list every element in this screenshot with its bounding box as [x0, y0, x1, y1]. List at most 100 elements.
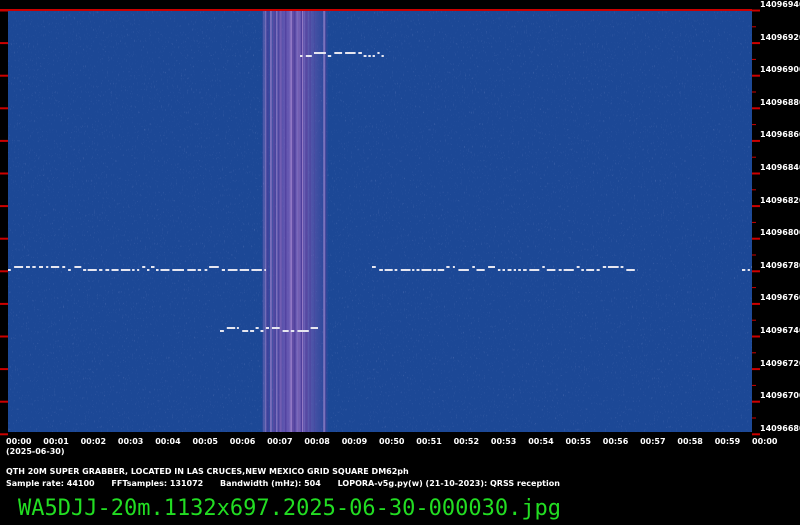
signal-mark	[26, 266, 30, 268]
station-info: QTH 20M SUPER GRABBER, LOCATED IN LAS CR…	[6, 467, 409, 476]
signal-mark	[381, 55, 384, 57]
signal-mark	[437, 269, 445, 271]
signal-mark	[290, 330, 295, 332]
signal-mark	[327, 55, 332, 57]
signal-mark	[142, 266, 146, 268]
time-label: 00:05	[192, 437, 218, 446]
signal-mark	[255, 327, 259, 329]
interference-streak	[309, 10, 311, 432]
fft-samples: FFTsamples: 131072	[111, 479, 204, 488]
time-label: 00:01	[43, 437, 69, 446]
time-label: 00:03	[117, 437, 144, 446]
signal-mark	[458, 269, 469, 271]
frequency-label: 14096900	[760, 65, 800, 75]
signal-mark	[620, 266, 624, 268]
signal-mark	[523, 269, 527, 271]
frequency-label: 14096840	[760, 163, 800, 172]
signal-mark	[446, 266, 450, 268]
frequency-label: 14096740	[760, 326, 800, 335]
signal-mark	[314, 52, 326, 54]
interference-streak	[303, 10, 304, 432]
time-label: 00:51	[416, 437, 442, 446]
signal-mark	[596, 269, 600, 271]
signal-mark	[563, 269, 574, 271]
interference-streak	[293, 10, 295, 432]
signal-mark	[377, 52, 380, 54]
signal-mark	[105, 269, 110, 271]
signal-mark	[421, 269, 432, 271]
signal-mark	[160, 269, 170, 271]
interference-streak	[267, 10, 270, 432]
signal-mark	[529, 269, 540, 271]
signal-mark	[62, 266, 66, 268]
signal-mark	[147, 269, 150, 271]
capture-parameters: Sample rate: 44100 FFTsamples: 131072 Ba…	[6, 479, 574, 489]
software-version: LOPORA-v5g.py(w) (21-10-2023): QRSS rece…	[337, 479, 560, 488]
signal-mark	[400, 269, 411, 271]
signal-mark	[412, 269, 415, 271]
bandwidth: Bandwidth (mHz): 504	[220, 479, 321, 488]
interference-streak	[305, 10, 308, 432]
time-label: 00:02	[80, 437, 107, 446]
signal-mark	[226, 327, 236, 329]
signal-mark	[368, 55, 371, 57]
signal-mark	[220, 330, 224, 332]
time-label: 00:06	[229, 437, 256, 446]
interference-streak	[274, 10, 276, 432]
signal-mark	[156, 269, 159, 271]
signal-mark	[742, 269, 746, 271]
signal-mark	[187, 269, 196, 271]
time-label: 00:09	[341, 437, 368, 446]
frequency-label: 14096720	[760, 358, 800, 368]
interference-streak	[285, 10, 287, 432]
interference-streak	[291, 10, 293, 432]
signal-mark	[236, 327, 239, 329]
signal-mark	[271, 327, 280, 329]
signal-mark	[32, 266, 36, 268]
date-label: (2025-06-30)	[6, 447, 65, 456]
signal-mark	[83, 269, 87, 271]
interference-streak	[297, 10, 300, 432]
filename-caption: WA5DJJ-20m.1132x697.2025-06-30-000030.jp…	[18, 496, 562, 521]
time-label: 00:59	[714, 437, 741, 446]
interference-streak	[263, 10, 265, 432]
signal-mark	[120, 269, 131, 271]
interference-streak	[300, 10, 302, 432]
signal-mark	[227, 269, 238, 271]
frequency-label: 14096860	[760, 130, 800, 140]
signal-mark	[747, 269, 750, 271]
signal-mark	[132, 269, 135, 271]
signal-mark	[204, 269, 208, 271]
signal-mark	[433, 269, 437, 271]
interference-streak	[314, 10, 315, 432]
signal-mark	[416, 269, 420, 271]
time-label: 00:57	[640, 437, 666, 446]
signal-mark	[300, 55, 303, 57]
time-label: 00:00	[6, 437, 32, 446]
signal-mark	[111, 269, 119, 271]
time-label: 00:07	[267, 437, 293, 446]
signal-mark	[297, 330, 309, 332]
sample-rate: Sample rate: 44100	[6, 479, 95, 488]
signal-mark	[14, 266, 24, 268]
signal-mark	[546, 269, 556, 271]
signal-mark	[260, 330, 264, 332]
signal-mark	[250, 330, 255, 332]
time-label: 00:50	[379, 437, 405, 446]
interference-streak	[273, 10, 274, 432]
signal-mark	[576, 266, 580, 268]
spectrogram-noise	[8, 10, 752, 432]
signal-mark	[542, 266, 545, 268]
signal-mark	[50, 266, 60, 268]
signal-mark	[264, 269, 266, 271]
signal-mark	[345, 52, 356, 54]
frequency-label: 14096920	[760, 32, 800, 42]
signal-mark	[452, 266, 455, 268]
signal-mark	[46, 266, 49, 268]
signal-mark	[99, 269, 103, 271]
frequency-label: 14096880	[760, 97, 800, 107]
signal-mark	[172, 269, 184, 271]
signal-mark	[363, 55, 367, 57]
frequency-label: 14096800	[760, 228, 800, 238]
interference-streak	[289, 10, 292, 432]
